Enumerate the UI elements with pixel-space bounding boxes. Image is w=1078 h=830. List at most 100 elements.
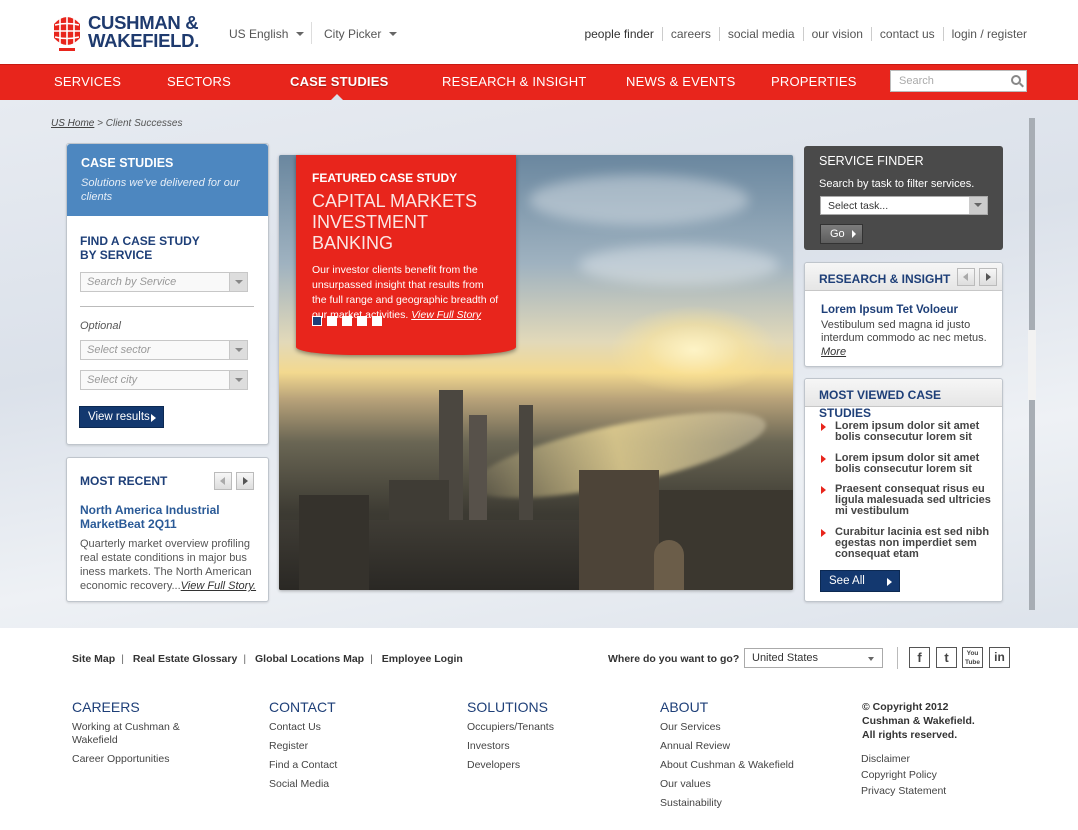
copyright-policy-link[interactable]: Copyright Policy (861, 767, 946, 783)
facebook-icon[interactable]: f (909, 647, 930, 668)
city-picker[interactable]: City Picker (324, 27, 398, 41)
link-contact-us[interactable]: contact us (870, 27, 943, 41)
link-people-finder[interactable]: people finder (576, 27, 661, 41)
logo[interactable]: CUSHMAN & WAKEFIELD. (50, 12, 199, 52)
link-our-vision[interactable]: our vision (802, 27, 871, 41)
where-label: Where do you want to go? (608, 653, 740, 665)
prev-arrow-icon[interactable] (214, 472, 232, 490)
list-item[interactable]: Lorem ipsum dolor sit amet bolis consecu… (821, 453, 995, 475)
most-recent-title: MOST RECENT (80, 474, 168, 488)
featured-view-full-story[interactable]: View Full Story (411, 309, 481, 321)
case-studies-panel: CASE STUDIES Solutions we've delivered f… (66, 143, 269, 445)
arrow-right-icon (887, 578, 892, 586)
research-insight-panel: RESEARCH & INSIGHT Lorem Ipsum Tet Voloe… (804, 262, 1003, 367)
privacy-statement-link[interactable]: Privacy Statement (861, 783, 946, 799)
link-login-register[interactable]: login / register (942, 27, 1027, 41)
globe-logo-icon (50, 12, 84, 52)
city-select[interactable]: Select city (80, 370, 248, 390)
chevron-down-icon (389, 32, 398, 36)
disclaimer-link[interactable]: Disclaimer (861, 751, 946, 767)
divider (311, 22, 312, 44)
slide-dot-2[interactable] (327, 316, 337, 326)
chevron-down-icon (229, 341, 247, 359)
most-recent-item-title[interactable]: North America Industrial MarketBeat 2Q11 (80, 503, 250, 531)
scrollbar-thumb[interactable] (1028, 330, 1036, 400)
linkedin-icon[interactable]: in (989, 647, 1010, 668)
footer-links: Site Map | Real Estate Glossary | Global L… (72, 653, 463, 665)
go-button[interactable]: Go (820, 224, 863, 244)
nav-news-events[interactable]: NEWS & EVENTS (626, 74, 736, 89)
most-recent-panel: MOST RECENT North America Industrial Mar… (66, 457, 269, 602)
footer-col-about: ABOUT Our Services Annual Review About C… (660, 699, 794, 809)
dome (654, 540, 684, 590)
search-input[interactable]: Search (890, 70, 1027, 92)
sector-select[interactable]: Select sector (80, 340, 248, 360)
task-select[interactable]: Select task... (820, 196, 988, 215)
list-item[interactable]: Lorem ipsum dolor sit amet bolis consecu… (821, 421, 995, 443)
slide-dot-4[interactable] (357, 316, 367, 326)
view-results-button[interactable]: View results (79, 406, 164, 428)
most-viewed-panel: MOST VIEWED CASE STUDIES Lorem ipsum dol… (804, 378, 1003, 602)
see-all-button[interactable]: See All (820, 570, 900, 592)
research-item-title[interactable]: Lorem Ipsum Tet Voloeur (821, 304, 958, 316)
footer-link-glossary[interactable]: Real Estate Glossary (133, 653, 237, 665)
list-item[interactable]: Praesent consequat risus eu ligula males… (821, 484, 995, 517)
prev-arrow-icon[interactable] (957, 268, 975, 286)
country-select[interactable]: United States (744, 648, 883, 668)
footer-link-locations-map[interactable]: Global Locations Map (255, 653, 364, 665)
top-links: people finder careers social media our v… (576, 27, 1027, 41)
footer-col-contact: CONTACT Contact Us Register Find a Conta… (269, 699, 338, 790)
nav-research-insight[interactable]: RESEARCH & INSIGHT (442, 74, 586, 89)
slide-dot-1[interactable] (312, 316, 322, 326)
optional-label: Optional (80, 320, 121, 332)
brand-name: CUSHMAN & WAKEFIELD. (88, 12, 200, 51)
main-nav: SERVICES SECTORS CASE STUDIES RESEARCH &… (0, 64, 1078, 100)
nav-properties[interactable]: PROPERTIES (771, 74, 857, 89)
most-viewed-title: MOST VIEWED CASE STUDIES (819, 388, 942, 420)
more-link[interactable]: More (821, 346, 846, 358)
arrow-right-icon (151, 414, 156, 422)
slide-dot-5[interactable] (372, 316, 382, 326)
breadcrumb-home[interactable]: US Home (51, 118, 94, 129)
find-case-study-title: FIND A CASE STUDY BY SERVICE (80, 234, 200, 262)
twitter-icon[interactable]: t (936, 647, 957, 668)
footer: Site Map | Real Estate Glossary | Global L… (0, 628, 1078, 830)
chevron-down-icon (296, 32, 305, 36)
link-careers[interactable]: careers (661, 27, 719, 41)
breadcrumb: US Home > Client Successes (51, 118, 183, 129)
chevron-down-icon (229, 371, 247, 389)
chevron-down-icon (229, 273, 247, 291)
nav-sectors[interactable]: SECTORS (167, 74, 231, 89)
service-select[interactable]: Search by Service (80, 272, 248, 292)
footer-col-careers: CAREERS Working at Cushman & Wakefield C… (72, 699, 180, 765)
next-arrow-icon[interactable] (979, 268, 997, 286)
header: CUSHMAN & WAKEFIELD. US English City Pic… (0, 0, 1078, 64)
slide-dot-3[interactable] (342, 316, 352, 326)
footer-link-employee-login[interactable]: Employee Login (382, 653, 463, 665)
featured-headline[interactable]: CAPITAL MARKETS INVESTMENT BANKING (312, 191, 500, 254)
chevron-down-icon (969, 197, 987, 214)
research-title: RESEARCH & INSIGHT (819, 272, 951, 286)
divider (80, 306, 254, 307)
youtube-icon[interactable]: You Tube (962, 647, 983, 668)
sun-glare (609, 305, 779, 395)
list-item[interactable]: Curabitur lacinia est sed nibh egestas n… (821, 527, 995, 560)
language-selector[interactable]: US English (229, 27, 305, 41)
footer-link-site-map[interactable]: Site Map (72, 653, 115, 665)
slide-indicator (312, 316, 387, 326)
copyright: © Copyright 2012 Cushman & Wakefield. Al… (862, 701, 975, 741)
nav-case-studies[interactable]: CASE STUDIES (290, 74, 388, 89)
divider (897, 647, 898, 669)
legal-links: Disclaimer Copyright Policy Privacy Stat… (861, 751, 946, 799)
search-icon[interactable] (1011, 75, 1021, 85)
most-recent-item-text: Quarterly market overview profiling real… (80, 538, 257, 592)
case-studies-header: CASE STUDIES Solutions we've delivered f… (67, 144, 268, 216)
link-social-media[interactable]: social media (718, 27, 803, 41)
next-arrow-icon[interactable] (236, 472, 254, 490)
research-item-text: Vestibulum sed magna id justo interdum c… (821, 319, 987, 344)
arrow-right-icon (852, 230, 856, 238)
view-full-story-link[interactable]: View Full Story. (181, 580, 256, 592)
nav-services[interactable]: SERVICES (54, 74, 121, 89)
breadcrumb-current: Client Successes (105, 118, 183, 129)
footer-col-solutions: SOLUTIONS Occupiers/Tenants Investors De… (467, 699, 554, 771)
